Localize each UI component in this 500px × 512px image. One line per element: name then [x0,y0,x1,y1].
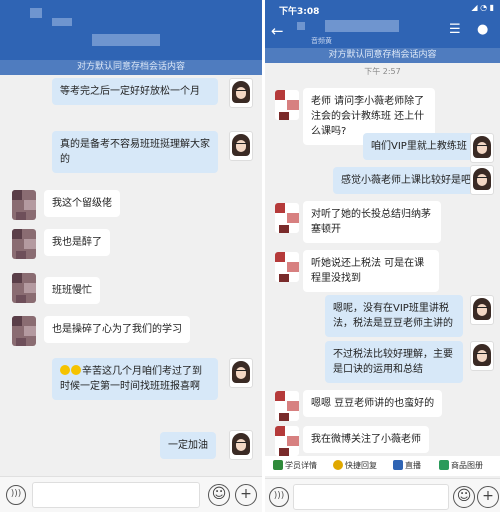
quick-action-quick-reply[interactable]: 快捷回复 [333,460,377,471]
student-avatar [12,190,36,220]
status-icons: ◢ ◔ ▮ [471,3,494,12]
message-bubble-in: 也是操碎了心为了我们的学习 [44,316,190,343]
emoji-button[interactable]: ☺ [453,486,475,508]
blurred-title [325,20,399,32]
message-input[interactable] [32,482,200,508]
reply-icon [333,460,343,470]
teacher-avatar [470,165,494,195]
message-bubble-out: 真的是备考不容易班班挺理解大家的 [52,131,218,173]
message-timestamp: 下午 2:57 [364,67,401,76]
message-bubble-out: 一定加油 [160,432,216,459]
teacher-avatar [229,358,253,388]
message-bubble-in: 我也是醉了 [44,229,110,256]
student-icon [273,460,283,470]
left-chat-panel: 对方默认同意存档会话内容 等考完之后一定好好放松一个月 真的是备考不容易班班挺理… [0,0,262,512]
blurred-title [297,22,305,30]
blurred-title [92,34,160,46]
back-arrow-icon[interactable]: ← [271,22,284,40]
chat-subtitle: 音频黄 [311,37,332,45]
archive-notice: 对方默认同意存档会话内容 [265,48,500,63]
smile-emoji-icon [60,365,70,375]
message-bubble-out: 嗯呢，没有在VIP班里讲税法，税法是豆豆老师主讲的 [325,295,463,337]
message-bubble-in: 听她说还上税法 可是在课程里没找到 [303,250,439,292]
teacher-avatar [470,341,494,371]
message-text: 辛苦这几个月咱们考过了到时候一定第一时间找班班报喜啊 [60,366,202,392]
live-icon [393,460,403,470]
message-bubble-in: 我这个留级佬 [44,190,120,217]
student-avatar [12,316,36,346]
goods-icon [439,460,449,470]
right-header-bar: 下午3:08 ◢ ◔ ▮ ← 音频黄 ☰ ● [265,0,500,50]
more-plus-button[interactable]: + [235,484,257,506]
profile-icon[interactable]: ● [477,22,488,37]
status-time: 下午3:08 [279,7,320,17]
quick-action-student-details[interactable]: 学员详情 [273,460,317,471]
message-bubble-out: 感觉小薇老师上课比较好是吧 [333,167,479,194]
teacher-avatar [470,295,494,325]
student-avatar [275,252,299,282]
left-header-bar [0,0,262,60]
voice-input-button[interactable]: ))) [6,485,26,505]
message-bubble-in: 嗯嗯 豆豆老师讲的也蛮好的 [303,390,443,417]
teacher-avatar [229,131,253,161]
message-bubble-out: 咱们VIP里就上教练班 [363,133,475,160]
left-input-bar: ))) ☺ + [0,476,262,512]
blurred-title [52,18,72,26]
student-avatar [275,203,299,233]
emoji-button[interactable]: ☺ [208,484,230,506]
right-input-bar: ))) ☺ + [265,478,500,512]
smile-emoji-icon [71,365,81,375]
voice-input-button[interactable]: ))) [269,487,289,507]
teacher-avatar [229,78,253,108]
message-bubble-out: 辛苦这几个月咱们考过了到时候一定第一时间找班班报喜啊 [52,358,218,400]
student-avatar [275,391,299,421]
archive-notice: 对方默认同意存档会话内容 [0,60,262,75]
list-menu-icon[interactable]: ☰ [449,22,461,37]
right-chat-panel: 下午3:08 ◢ ◔ ▮ ← 音频黄 ☰ ● 对方默认同意存档会话内容 下午 2… [265,0,500,512]
quick-action-bar: 学员详情 快捷回复 直播 商品图册 [265,456,500,476]
message-bubble-in: 班班慢忙 [44,277,100,304]
blurred-title [30,8,42,18]
student-avatar [275,90,299,120]
quick-action-goods-album[interactable]: 商品图册 [439,460,483,471]
message-bubble-out: 等考完之后一定好好放松一个月 [52,78,218,105]
teacher-avatar [229,430,253,460]
student-avatar [275,426,299,456]
message-bubble-in: 对听了她的长投总结归纳茅塞顿开 [303,201,441,243]
student-avatar [12,273,36,303]
message-input[interactable] [293,484,449,510]
more-plus-button[interactable]: + [477,486,499,508]
teacher-avatar [470,133,494,163]
quick-action-live[interactable]: 直播 [393,460,421,471]
message-bubble-out: 不过税法比较好理解，主要是口诀的运用和总结 [325,341,463,383]
student-avatar [12,229,36,259]
message-bubble-in: 我在微博关注了小薇老师 [303,426,429,453]
